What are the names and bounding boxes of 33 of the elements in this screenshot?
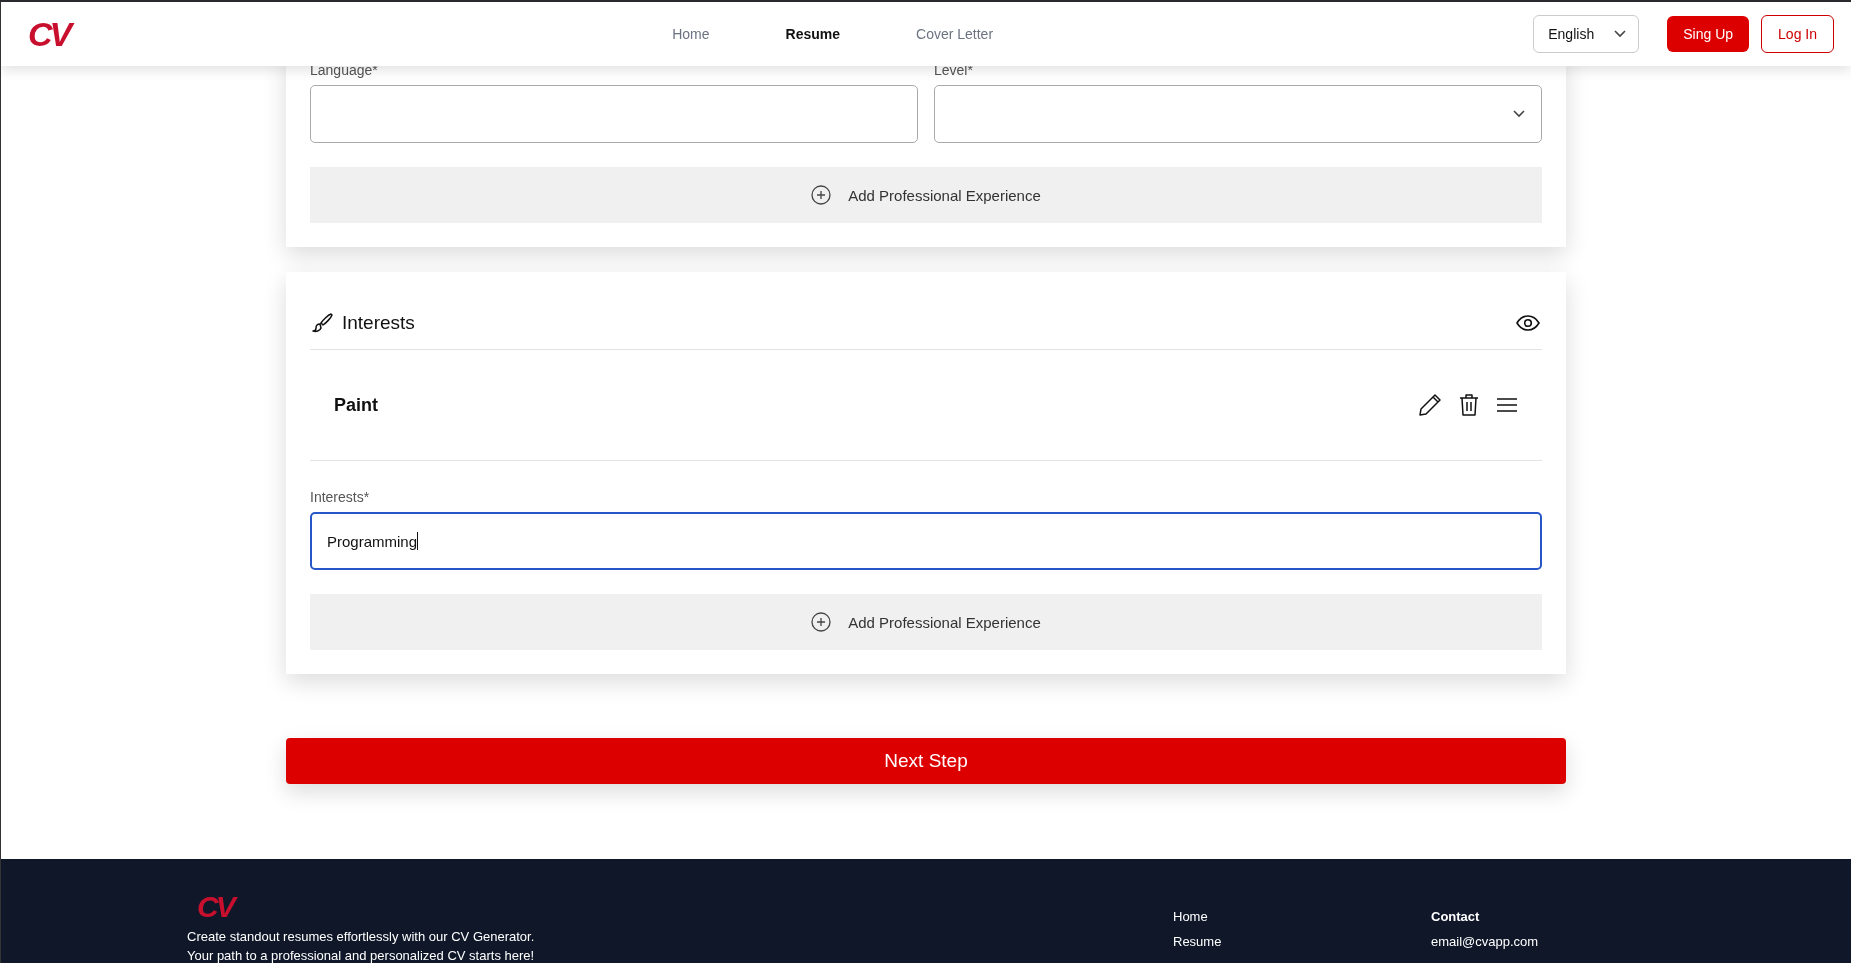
field-label: Level*	[934, 62, 974, 78]
email-link[interactable]: email@cvapp.com	[1431, 934, 1689, 949]
sign-up-button[interactable]: Sing Up	[1667, 16, 1750, 52]
input-field[interactable]	[310, 85, 918, 143]
eye-icon[interactable]	[1516, 313, 1540, 332]
language-select[interactable]: English	[1533, 15, 1640, 53]
section-title: Interests	[342, 311, 416, 334]
footer-link[interactable]: Home	[1173, 909, 1431, 924]
nav-link[interactable]: Resume	[747, 26, 878, 42]
pencil-icon[interactable]	[1418, 393, 1442, 417]
nav-link[interactable]: Home	[634, 26, 748, 42]
field-label: Language*	[310, 62, 379, 78]
plus-circle-icon	[811, 185, 832, 205]
plus-circle-icon	[811, 612, 832, 632]
chevron-down-icon	[1614, 30, 1627, 38]
log-in-button[interactable]: Log In	[1761, 15, 1834, 53]
add-button[interactable]: Add Professional Experience	[310, 167, 1542, 223]
drag-handle-icon[interactable]	[1496, 397, 1518, 413]
select-field[interactable]	[934, 85, 1542, 143]
footer-link[interactable]: Resume	[1173, 934, 1431, 949]
input-field[interactable]: Programming	[310, 512, 1542, 570]
footer-text: Create standout resumes effortlessly with our CV Generator.	[187, 928, 536, 946]
nav-link[interactable]: Cover Letter	[878, 26, 1032, 42]
next-step-button[interactable]: Next Step	[286, 738, 1566, 784]
interest-name: Paint	[334, 394, 379, 416]
logo[interactable]: CV	[28, 14, 72, 54]
field-label: Interests*	[310, 489, 371, 505]
brush-icon	[310, 310, 334, 335]
trash-icon[interactable]	[1458, 393, 1480, 417]
footer-text: Your path to a professional and personalized CV starts here!	[187, 947, 536, 963]
chevron-down-icon	[1513, 110, 1525, 118]
footer-heading: Contact	[1431, 909, 1481, 924]
add-button[interactable]: Add Professional Experience	[310, 594, 1542, 650]
